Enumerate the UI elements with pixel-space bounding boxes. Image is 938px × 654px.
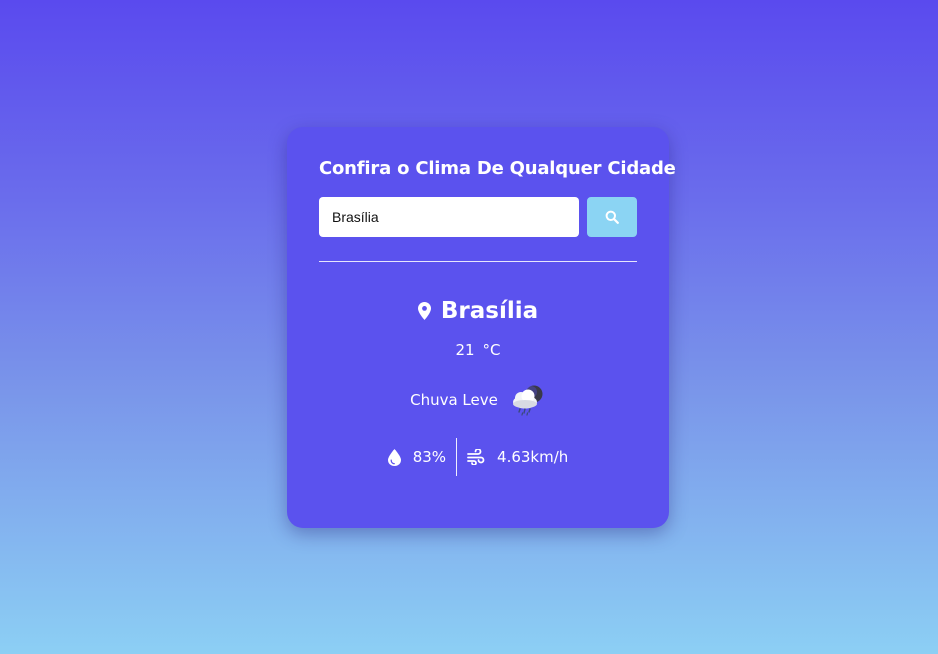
search-bar	[319, 197, 637, 237]
temperature: 21 °C	[319, 340, 637, 360]
wind-icon	[467, 449, 485, 465]
humidity-value: 83%	[412, 448, 447, 466]
wind-value: 4.63km/h	[497, 448, 569, 466]
rain-cloud-icon	[510, 383, 546, 417]
wind: 4.63km/h	[457, 448, 578, 466]
map-pin-icon	[417, 302, 431, 320]
weather-description: Chuva Leve	[319, 380, 637, 420]
search-icon	[605, 210, 619, 224]
city-search-input[interactable]	[319, 197, 579, 237]
search-button[interactable]	[587, 197, 637, 237]
weather-description-text: Chuva Leve	[410, 391, 498, 409]
city-name: Brasília	[440, 298, 539, 324]
humidity: 83%	[378, 448, 456, 466]
water-drop-icon	[387, 448, 401, 466]
city-heading: Brasília	[319, 296, 637, 326]
divider	[319, 261, 637, 262]
weather-card: Confira o Clima De Qualquer Cidade Brasí…	[287, 127, 676, 528]
temperature-value: 21	[455, 341, 475, 359]
temperature-unit: °C	[482, 341, 501, 359]
card-title: Confira o Clima De Qualquer Cidade	[319, 158, 676, 179]
weather-details: 83% 4.63km/h	[319, 438, 637, 476]
